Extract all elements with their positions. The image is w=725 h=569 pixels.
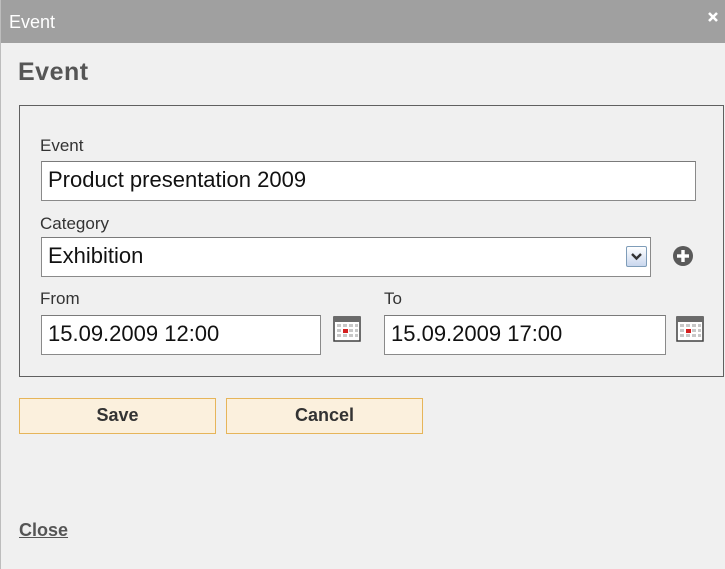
event-dialog: Event Event Event Product presentation 2… — [0, 0, 725, 569]
category-label: Category — [40, 214, 109, 233]
category-selected-value: Exhibition — [48, 243, 144, 268]
to-datetime-input[interactable]: 15.09.2009 17:00 — [384, 315, 666, 355]
dialog-titlebar[interactable]: Event — [1, 0, 725, 43]
event-name-input[interactable]: Product presentation 2009 — [41, 161, 696, 201]
plus-circle-icon[interactable] — [672, 245, 694, 267]
category-select[interactable]: Exhibition — [41, 237, 651, 277]
to-label: To — [384, 289, 402, 308]
calendar-icon[interactable] — [676, 316, 704, 342]
from-label: From — [40, 289, 80, 308]
chevron-down-icon[interactable] — [626, 246, 647, 267]
event-label: Event — [40, 136, 84, 155]
page-title: Event — [18, 58, 89, 86]
close-link[interactable]: Close — [19, 520, 68, 541]
close-icon[interactable] — [706, 10, 720, 24]
from-datetime-input[interactable]: 15.09.2009 12:00 — [41, 315, 321, 355]
calendar-icon[interactable] — [333, 316, 361, 342]
save-button[interactable]: Save — [19, 398, 216, 434]
dialog-title: Event — [9, 12, 56, 32]
cancel-button[interactable]: Cancel — [226, 398, 423, 434]
event-form-panel: Event Product presentation 2009 Category… — [19, 105, 724, 377]
